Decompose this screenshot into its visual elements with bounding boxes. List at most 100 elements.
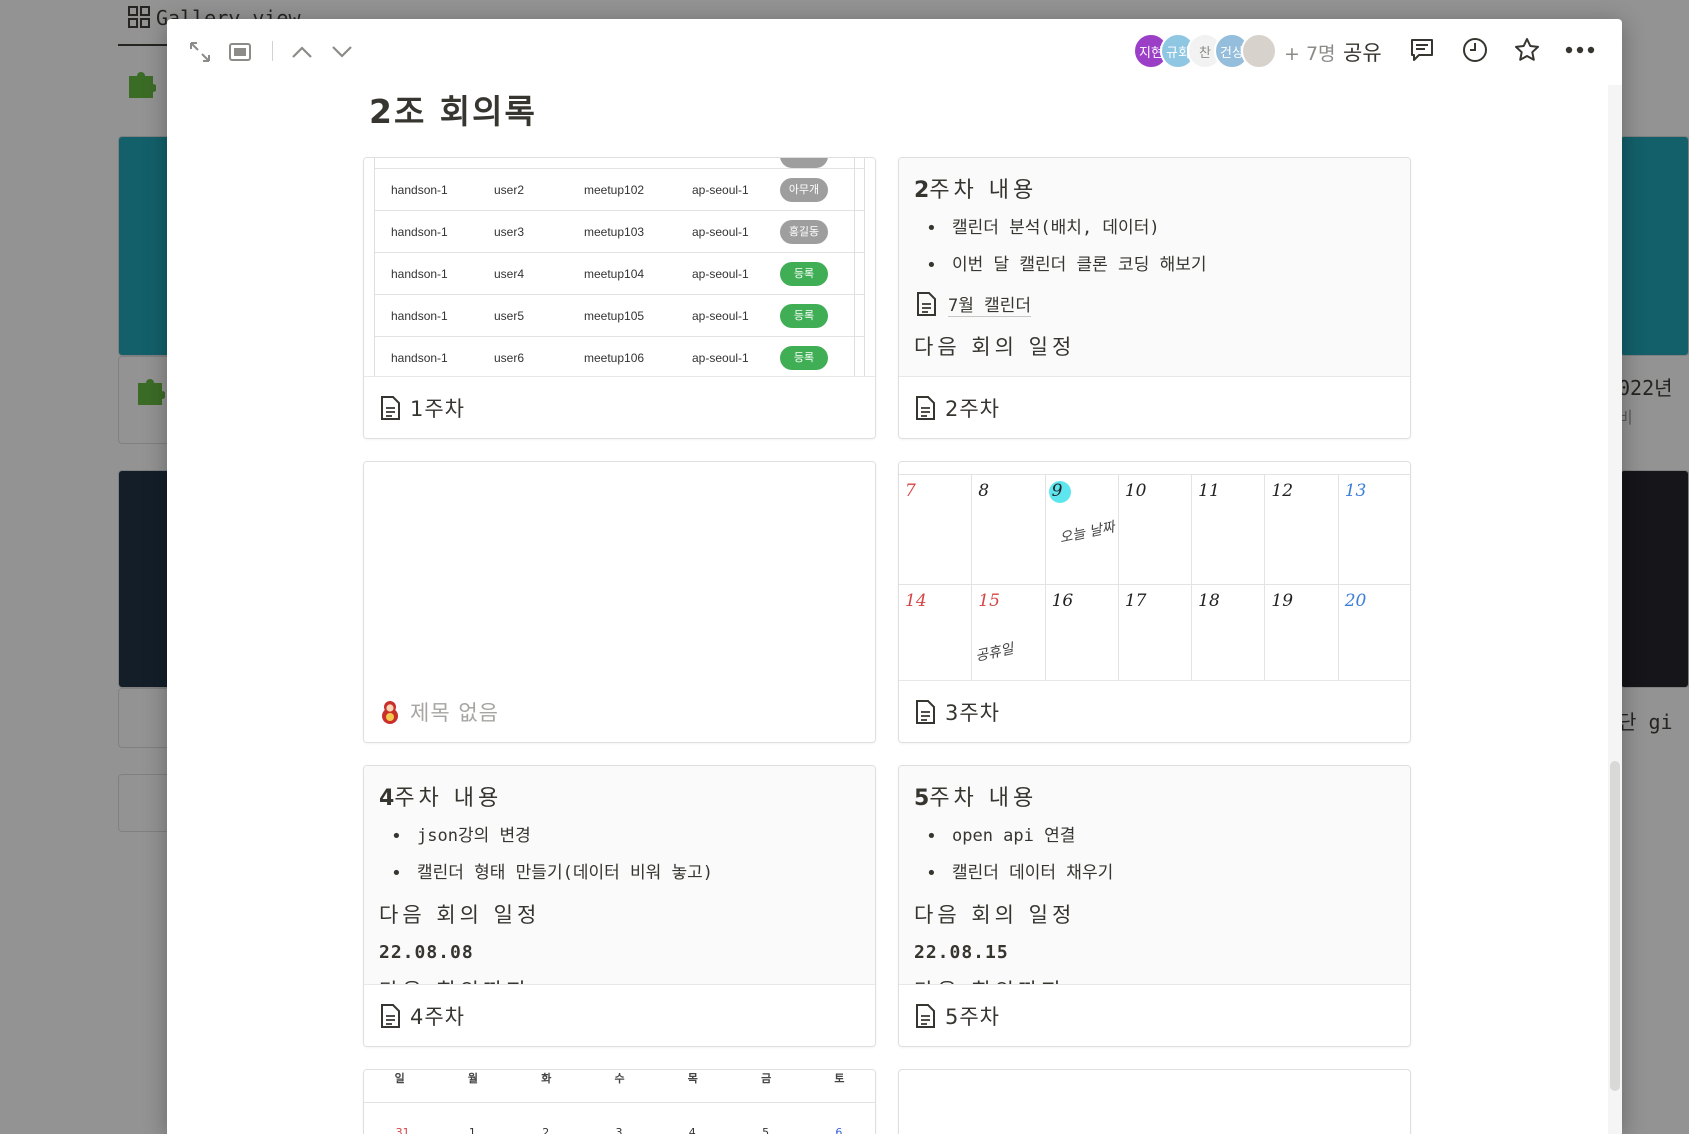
gallery-card-untitled[interactable]: 제목 없음: [363, 461, 876, 743]
calendar-day-number: 17: [1124, 591, 1147, 611]
preview-heading: 5주차 내용: [914, 786, 1038, 811]
card-footer[interactable]: 3주차: [899, 681, 1410, 742]
table-cell: handson-1: [391, 183, 448, 197]
calendar-day-cell: 13: [1338, 475, 1410, 585]
card-footer[interactable]: 5주차: [899, 985, 1410, 1046]
list-item: open api 연결: [914, 818, 1395, 855]
previous-page-button[interactable]: [289, 39, 315, 65]
calendar-day-cell: 16: [1046, 585, 1119, 680]
table-cell: user3: [494, 225, 525, 239]
more-members-count[interactable]: + 7명: [1284, 39, 1336, 66]
calendar-day-number: 6: [835, 1126, 843, 1134]
calendar-day-number: 1: [468, 1126, 476, 1134]
toolbar-divider: [272, 41, 273, 61]
gallery-card-week3[interactable]: 7 8 9 10 11 12 13 14 15 16 17 18 19 20 오늘 날짜 공휴일 3주차: [898, 461, 1411, 743]
status-badge: 홍길동: [780, 220, 828, 244]
bullet-list: json강의 변경 캘린더 형태 만들기(데이터 비워 놓고): [379, 818, 860, 892]
card-title: 2주차: [945, 397, 1001, 421]
preview-heading: 2주차 내용: [914, 178, 1038, 203]
calendar-day-number: 4: [688, 1126, 696, 1134]
table-row: handson-1 user2 meetup102 ap-seoul-1 아무개: [374, 169, 864, 211]
calendar-day-cell: 14: [899, 585, 973, 680]
weekday-label: 일: [394, 1072, 405, 1085]
more-options-button[interactable]: [1563, 35, 1597, 65]
status-badge: 아무개: [780, 178, 828, 202]
status-badge: 등록: [780, 262, 828, 286]
calendar-day-cell: 8: [972, 475, 1046, 585]
card-title: 3주차: [945, 701, 1001, 725]
list-item: json강의 변경: [379, 818, 860, 855]
card-footer[interactable]: 4주차: [364, 985, 875, 1046]
table-cell: meetup106: [584, 351, 645, 365]
gallery-card-empty[interactable]: [898, 1069, 1411, 1134]
calendar-day-number: 18: [1198, 591, 1220, 611]
table-cell: ap-seoul-1: [692, 183, 749, 197]
calendar-day-number: 8: [978, 481, 990, 501]
calendar-day-number: 12: [1271, 481, 1294, 501]
card-footer[interactable]: 제목 없음: [364, 681, 875, 742]
meeting-date: 22.08.08: [379, 942, 474, 963]
table-cell: ap-seoul-1: [692, 225, 749, 239]
avatar[interactable]: [1241, 33, 1277, 69]
gallery-card-week2[interactable]: 2주차 내용 캘린더 분석(배치, 데이터) 이번 달 캘린더 클론 코딩 해보…: [898, 157, 1411, 439]
preview-cut-text: 다음 회의까지: [914, 972, 1395, 984]
next-page-button[interactable]: [329, 39, 355, 65]
calendar-day-number: 9: [1051, 481, 1063, 501]
calendar-day-number: 31: [395, 1126, 410, 1134]
calendar-image: 일 31 월 1 화 2 수 3 목 4 금 5 토 6: [364, 1070, 875, 1134]
updates-button[interactable]: [1460, 35, 1490, 65]
table-row: handson-1 user3 meetup103 ap-seoul-1 홍길동: [374, 211, 864, 253]
list-item: 캘린더 분석(배치, 데이터): [914, 210, 1395, 247]
calendar-day-cell: 12: [1265, 475, 1339, 585]
calendar-divider: [364, 1102, 875, 1103]
favorite-button[interactable]: [1512, 35, 1542, 65]
chevron-down-icon: [332, 46, 352, 58]
card-footer[interactable]: 2주차: [899, 377, 1410, 438]
card-title: 제목 없음: [410, 701, 499, 725]
page-link-label: 7월 캘린더: [948, 291, 1032, 317]
table-cell: meetup105: [584, 309, 645, 323]
table-cell: user2: [494, 183, 525, 197]
gallery-card-week5[interactable]: 5주차 내용 open api 연결 캘린더 데이터 채우기 다음 회의 일정 …: [898, 765, 1411, 1047]
page-peek-modal: 지현 규회 찬 건상 + 7명 공유 2조 회의록 handson-1 user…: [167, 19, 1622, 1134]
list-item: 캘린더 데이터 채우기: [914, 855, 1395, 892]
comments-button[interactable]: [1407, 35, 1437, 65]
card-preview: handson-1 user2 meetup102 ap-seoul-1 아무개 hand…: [364, 158, 875, 377]
peek-mode-button[interactable]: [227, 39, 253, 65]
collaborator-avatars[interactable]: 지현 규회 찬 건상: [1133, 33, 1277, 69]
table-row: handson-1 user4 meetup104 ap-seoul-1 등록: [374, 253, 864, 295]
preview-cut-text: 다음 회의까지: [379, 972, 860, 984]
preview-subheading: 다음 회의 일정: [914, 335, 1076, 359]
table-cell: ap-seoul-1: [692, 351, 749, 365]
table-cell: handson-1: [391, 267, 448, 281]
weekday-label: 토: [834, 1072, 845, 1085]
calendar-day-cell: 15: [972, 585, 1046, 680]
preview-subheading: 다음 회의 일정: [379, 903, 541, 927]
comment-icon: [1411, 39, 1433, 61]
table-cell: ap-seoul-1: [692, 309, 749, 323]
scrollbar-thumb[interactable]: [1610, 761, 1620, 1091]
expand-icon: [190, 42, 210, 62]
table-cell: user5: [494, 309, 525, 323]
card-preview: 4주차 내용 json강의 변경 캘린더 형태 만들기(데이터 비워 놓고) 다…: [364, 766, 875, 985]
weekday-label: 월: [467, 1072, 479, 1085]
share-button[interactable]: 공유: [1343, 37, 1382, 67]
gallery-card-week1[interactable]: handson-1 user2 meetup102 ap-seoul-1 아무개 hand…: [363, 157, 876, 439]
status-badge: [780, 158, 828, 168]
weekday-label: 금: [761, 1072, 772, 1085]
table-cell: handson-1: [391, 351, 448, 365]
page-title[interactable]: 2조 회의록: [369, 85, 537, 133]
modal-scrollbar[interactable]: [1608, 85, 1622, 1134]
card-footer[interactable]: 1주차: [364, 377, 875, 438]
document-icon: [916, 700, 935, 724]
meeting-date: 22.08.15: [914, 942, 1009, 963]
card-preview: 2주차 내용 캘린더 분석(배치, 데이터) 이번 달 캘린더 클론 코딩 해보…: [899, 158, 1410, 377]
calendar-day-number: 19: [1271, 591, 1294, 611]
gallery-card-week4[interactable]: 4주차 내용 json강의 변경 캘린더 형태 만들기(데이터 비워 놓고) 다…: [363, 765, 876, 1047]
calendar-day-cell: 11: [1192, 475, 1266, 585]
calendar-day-number: 13: [1344, 481, 1367, 501]
expand-button[interactable]: [187, 39, 213, 65]
clock-icon: [1463, 38, 1487, 62]
gallery-card-calendar[interactable]: 일 31 월 1 화 2 수 3 목 4 금 5 토 6: [363, 1069, 876, 1134]
weekday-label: 화: [541, 1072, 552, 1085]
